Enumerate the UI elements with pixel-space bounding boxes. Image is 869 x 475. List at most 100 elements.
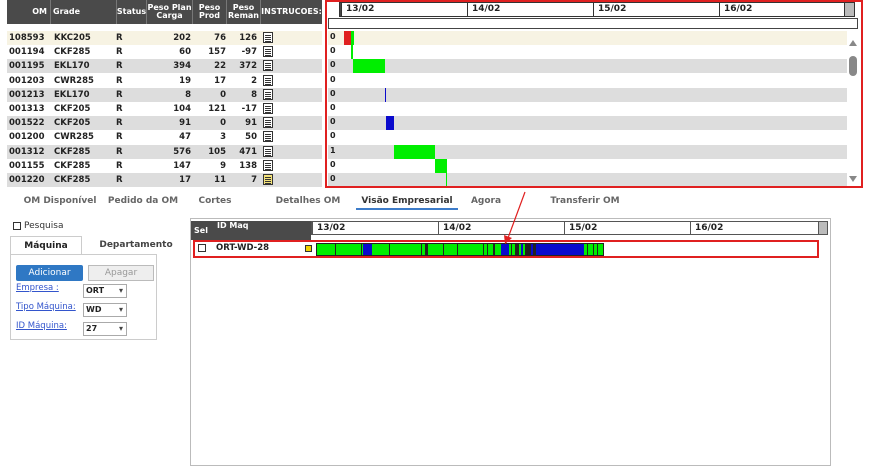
edit-note-icon[interactable] — [263, 174, 273, 185]
subtab-departamento[interactable]: Departamento — [96, 236, 176, 254]
timeline-segment[interactable] — [361, 244, 362, 255]
note-icon[interactable] — [263, 103, 273, 114]
om-table-row[interactable]: 108593 KKC205 R 202 76 126 — [7, 31, 322, 45]
machine-row[interactable]: ORT-WD-28 — [193, 240, 819, 258]
gantt-row[interactable]: 0 — [328, 102, 847, 116]
peso-prod-cell: 121 — [208, 104, 226, 114]
timeline-segment[interactable] — [443, 244, 444, 255]
tab-agora[interactable]: Agora — [462, 192, 510, 210]
scroll-up-icon[interactable] — [849, 40, 857, 46]
note-icon[interactable] — [263, 32, 273, 43]
gantt-row[interactable]: 0 — [328, 173, 847, 186]
note-icon[interactable] — [263, 46, 273, 58]
timeline-segment[interactable] — [536, 244, 584, 255]
timeline-segment[interactable] — [457, 244, 458, 255]
timeline-segment[interactable] — [493, 244, 495, 255]
note-icon[interactable] — [263, 88, 273, 100]
machine-select-checkbox[interactable] — [198, 244, 206, 252]
gantt-bar[interactable] — [394, 144, 435, 159]
timeline-segment[interactable] — [587, 244, 588, 255]
gantt-row[interactable]: 0 — [328, 158, 847, 173]
timeline-segment[interactable] — [521, 244, 523, 255]
gantt-row[interactable]: 0 — [328, 116, 847, 131]
om-table-row[interactable]: 001312 CKF285 R 576 105 471 — [7, 144, 322, 159]
timeline-segment[interactable] — [483, 244, 484, 255]
machine-timeline[interactable] — [316, 243, 604, 256]
om-number: 001522 — [9, 118, 45, 129]
om-table-row[interactable]: 001313 CKF205 R 104 121 -17 — [7, 102, 322, 116]
timeline-segment[interactable] — [425, 244, 428, 255]
subtab-maquina[interactable]: Máquina — [10, 236, 82, 254]
col-header-status[interactable]: Status — [117, 0, 147, 24]
om-table-row[interactable]: 001194 CKF285 R 60 157 -97 — [7, 45, 322, 60]
om-table-row[interactable]: 001195 EKL170 R 394 22 372 — [7, 59, 322, 74]
empresa-select[interactable]: ORT — [83, 284, 127, 298]
note-icon[interactable] — [263, 131, 273, 143]
gantt-bar[interactable] — [351, 31, 354, 45]
om-table-row[interactable]: 001522 CKF205 R 91 0 91 — [7, 116, 322, 131]
gantt-row-count: 0 — [330, 88, 336, 98]
col-header-om[interactable]: OM — [7, 0, 51, 24]
scroll-thumb[interactable] — [849, 56, 857, 76]
gantt-bar[interactable] — [385, 87, 386, 102]
tab-detalhes-om[interactable]: Detalhes OM — [268, 192, 348, 210]
gantt-bar[interactable] — [446, 173, 447, 186]
delete-button[interactable]: Apagar — [88, 265, 154, 281]
om-table-row[interactable]: 001155 CKF285 R 147 9 138 — [7, 158, 322, 173]
timeline-segment[interactable] — [511, 244, 512, 255]
gantt-row[interactable]: 0 — [328, 87, 847, 102]
id-maquina-select[interactable]: 27 — [83, 322, 127, 336]
gantt-row[interactable]: 0 — [328, 73, 847, 88]
grade-cell: KKC205 — [54, 33, 91, 43]
note-icon[interactable] — [263, 60, 273, 72]
gantt-row[interactable]: 0 — [328, 130, 847, 145]
gantt-bar[interactable] — [435, 158, 447, 173]
gantt-bar[interactable] — [351, 45, 353, 60]
om-table-row[interactable]: 001213 EKL170 R 8 0 8 — [7, 87, 322, 102]
add-button[interactable]: Adicionar — [16, 265, 83, 281]
tab-cortes[interactable]: Cortes — [188, 192, 242, 210]
pesquisa-checkbox[interactable] — [13, 222, 21, 230]
timeline-segment[interactable] — [515, 244, 519, 255]
timeline-segment[interactable] — [421, 244, 422, 255]
timeline-segment[interactable] — [389, 244, 390, 255]
empresa-label[interactable]: Empresa : — [16, 283, 59, 293]
gantt-bar[interactable] — [386, 116, 394, 131]
om-table-row[interactable]: 001203 CWR285 R 19 17 2 — [7, 73, 322, 88]
tab-visao-empresarial[interactable]: Visão Empresarial — [356, 192, 458, 210]
timeline-segment[interactable] — [335, 244, 336, 255]
col-header-peso-plan[interactable]: Peso Plan Carga — [147, 0, 193, 24]
note-icon[interactable] — [263, 117, 273, 129]
status-cell: R — [116, 89, 123, 100]
col-header-instrucoes[interactable]: INSTRUCOES: — [261, 0, 322, 24]
peso-plan-cell: 47 — [179, 132, 191, 143]
col-header-peso-reman[interactable]: Peso Reman — [227, 0, 261, 24]
id-maquina-label[interactable]: ID Máquina: — [16, 321, 67, 331]
tab-transferir-om[interactable]: Transferir OM — [540, 192, 630, 210]
note-icon[interactable] — [263, 159, 273, 171]
note-icon[interactable] — [263, 74, 273, 86]
tipo-maquina-label[interactable]: Tipo Máquina: — [16, 302, 76, 312]
timeline-segment[interactable] — [363, 244, 372, 255]
timeline-segment[interactable] — [487, 244, 488, 255]
col-header-peso-prod[interactable]: Peso Prod — [193, 0, 227, 24]
om-table-row[interactable]: 001220 CKF285 R 17 11 7 — [7, 173, 322, 187]
gantt-row[interactable]: 0 — [328, 59, 847, 74]
tipo-maquina-select[interactable]: WD — [83, 303, 127, 317]
gantt-row[interactable]: 1 — [328, 144, 847, 159]
gantt-bar[interactable] — [353, 59, 385, 74]
timeline-segment[interactable] — [501, 244, 509, 255]
gantt-row[interactable]: 0 — [328, 31, 847, 45]
gantt-row-count: 0 — [330, 117, 336, 127]
tab-om-disponivel[interactable]: OM Disponível — [18, 192, 102, 210]
scroll-down-icon[interactable] — [849, 176, 857, 182]
col-header-grade[interactable]: Grade — [51, 0, 117, 24]
gantt-bar[interactable] — [344, 31, 351, 45]
tab-pedido-da-om[interactable]: Pedido da OM — [104, 192, 182, 210]
om-table-row[interactable]: 001200 CWR285 R 47 3 50 — [7, 130, 322, 145]
timeline-segment[interactable] — [593, 244, 594, 255]
timeline-segment[interactable] — [597, 244, 598, 255]
gantt-row[interactable]: 0 — [328, 45, 847, 60]
note-icon[interactable] — [263, 145, 273, 157]
gantt-scrollbar[interactable] — [847, 32, 859, 186]
